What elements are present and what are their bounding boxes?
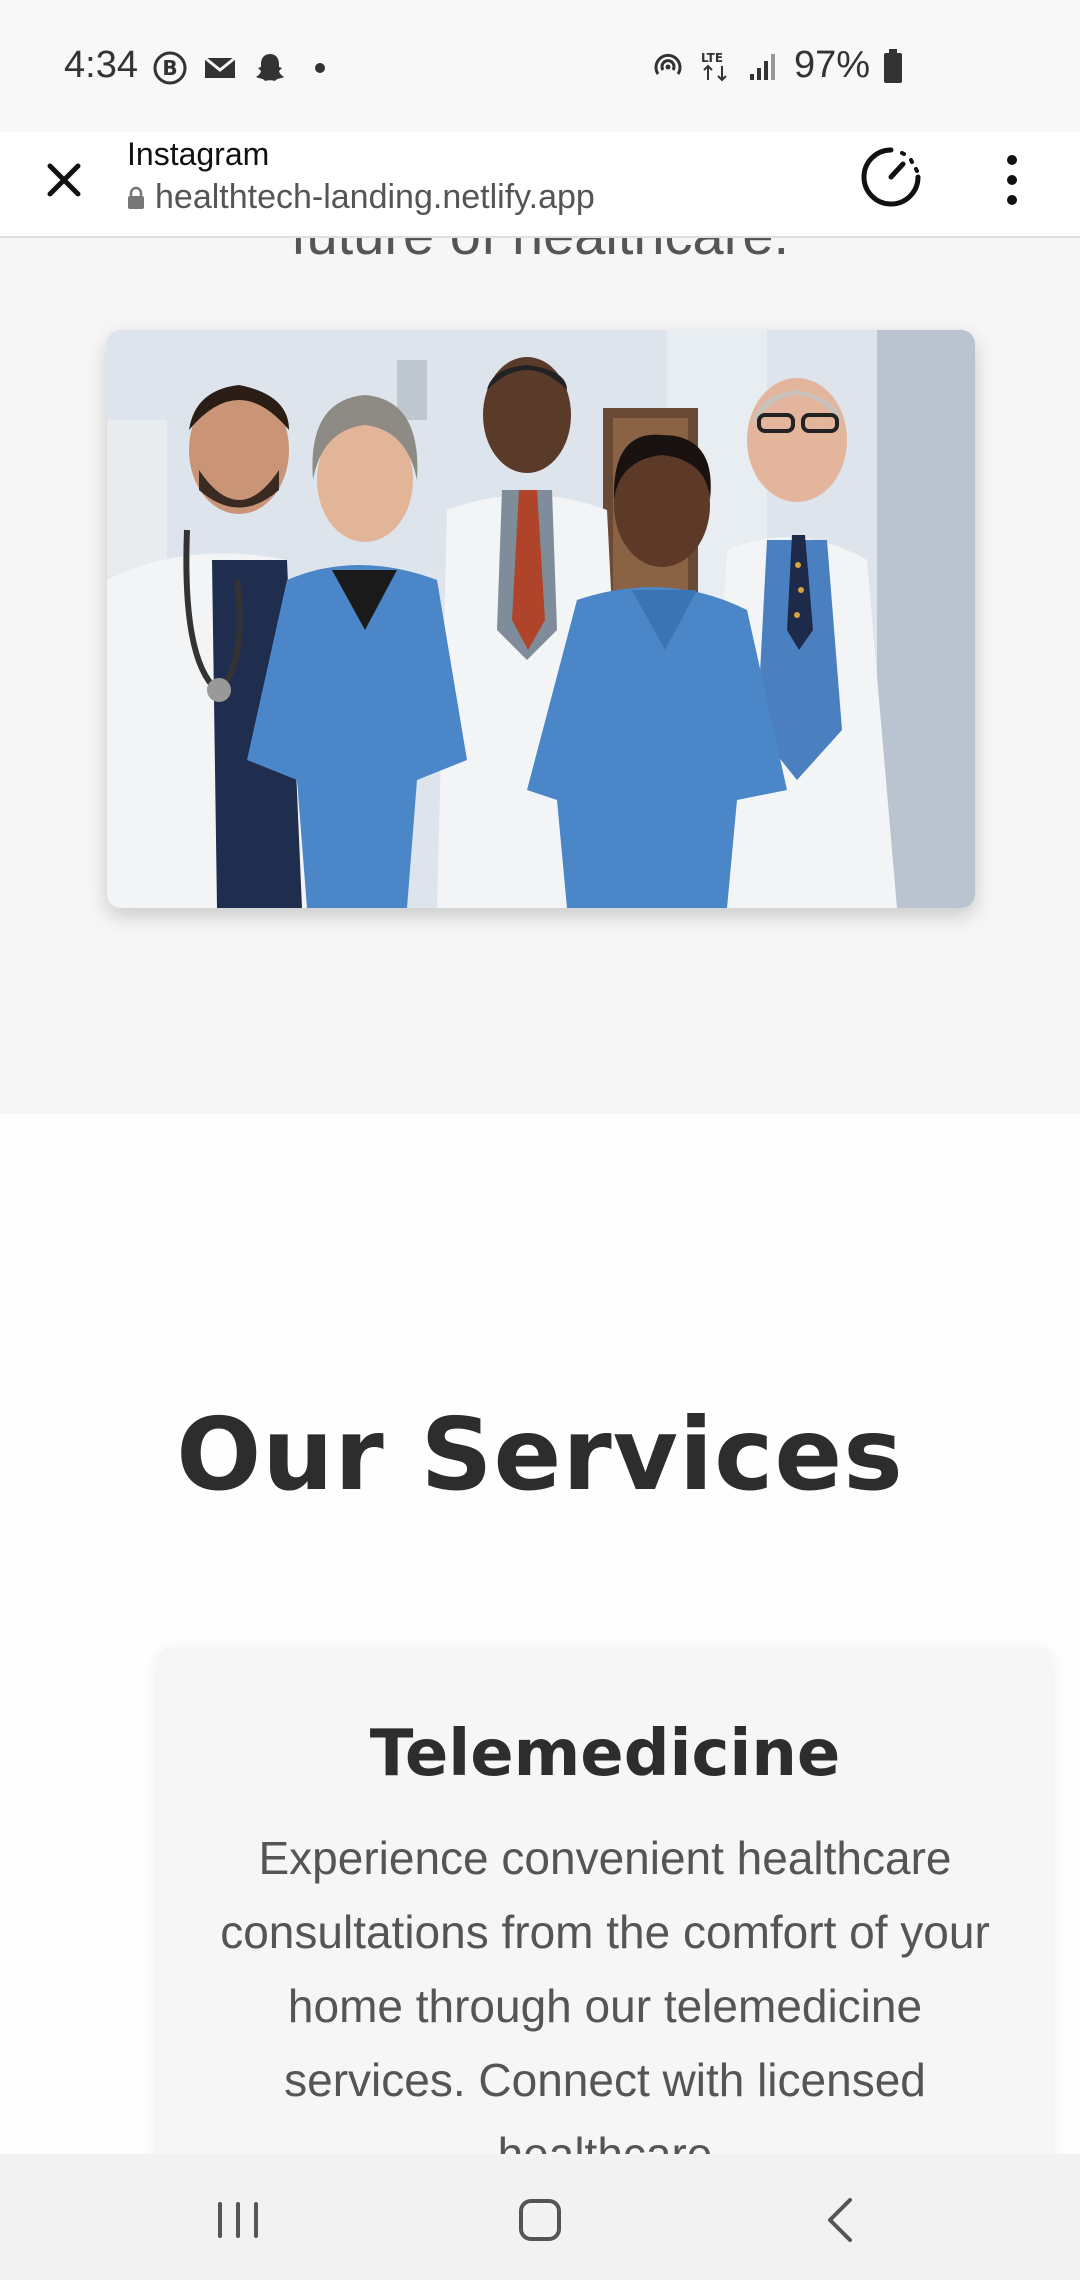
browser-url: healthtech-landing.netlify.app xyxy=(155,178,595,216)
notification-icons: B xyxy=(152,50,338,86)
timer-icon[interactable] xyxy=(856,142,926,212)
signal-icon xyxy=(749,53,775,80)
hero-tagline: future of healthcare. xyxy=(0,238,1080,267)
dot-icon xyxy=(315,63,325,73)
b-notification-icon: B xyxy=(153,51,187,85)
svg-text:B: B xyxy=(162,56,177,80)
close-icon[interactable] xyxy=(36,152,92,208)
in-app-browser-bar: Instagram healthtech-landing.netlify.app xyxy=(0,132,1080,238)
doctors-team-image xyxy=(107,330,975,908)
lock-icon xyxy=(128,186,144,209)
recent-apps-icon[interactable] xyxy=(198,2180,278,2260)
service-card-telemedicine[interactable]: Telemedicine Experience convenient healt… xyxy=(158,1647,1052,2154)
mail-notification-icon xyxy=(204,56,236,78)
browser-title: Instagram xyxy=(127,136,270,172)
status-time: 4:34 xyxy=(64,44,138,86)
home-icon[interactable] xyxy=(500,2180,580,2260)
android-nav-bar xyxy=(0,2154,1080,2280)
status-bar: 4:34 B LTE 97% xyxy=(0,0,1080,132)
services-heading: Our Services xyxy=(176,1396,904,1513)
svg-text:LTE: LTE xyxy=(701,51,723,65)
service-card-title: Telemedicine xyxy=(369,1717,841,1791)
doctors-illustration xyxy=(107,330,975,908)
more-options-icon[interactable] xyxy=(1000,150,1024,210)
lte-icon: LTE xyxy=(701,51,727,81)
url-display[interactable]: healthtech-landing.netlify.app xyxy=(127,178,595,217)
back-icon[interactable] xyxy=(802,2180,882,2260)
status-right: LTE 97% xyxy=(650,44,904,87)
services-section: Our Services Telemedicine Experience con… xyxy=(0,1114,1080,2154)
battery-percent: 97% xyxy=(793,44,870,86)
snapchat-icon xyxy=(256,54,284,81)
battery-icon xyxy=(884,48,902,83)
hero-section: future of healthcare. xyxy=(0,238,1080,1114)
service-card-text: Experience convenient healthcare consult… xyxy=(220,1832,990,2154)
hotspot-icon xyxy=(654,53,682,75)
